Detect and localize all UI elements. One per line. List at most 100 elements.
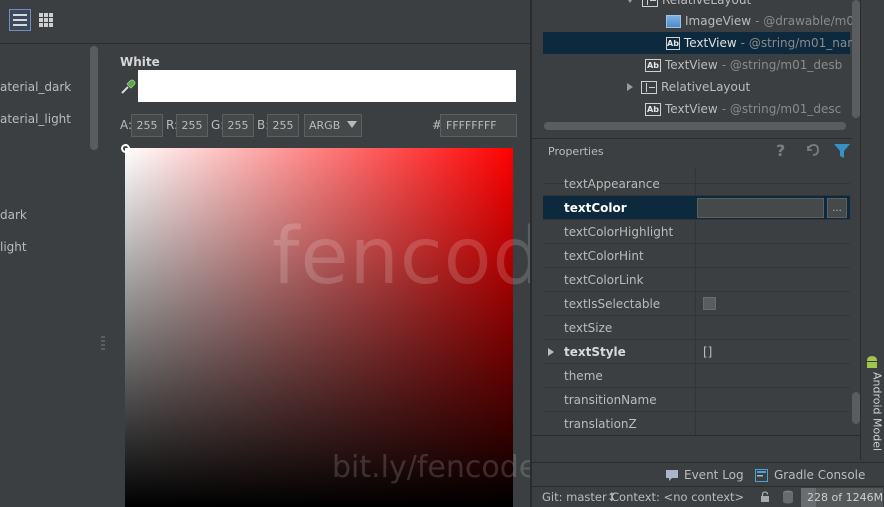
properties-title: Properties bbox=[548, 145, 604, 158]
property-row[interactable]: transitionName bbox=[543, 388, 850, 412]
column-separator bbox=[695, 340, 696, 364]
list-view-icon bbox=[13, 14, 27, 26]
property-value[interactable]: [] bbox=[703, 345, 712, 359]
column-separator bbox=[695, 220, 696, 244]
context-widget[interactable]: Context: <no context> bbox=[611, 490, 744, 504]
resource-item[interactable]: light bbox=[0, 240, 90, 254]
text-view-icon: Ab bbox=[645, 58, 661, 72]
alpha-field[interactable]: 255 bbox=[131, 114, 163, 137]
column-separator bbox=[695, 244, 696, 268]
database-icon[interactable] bbox=[782, 490, 794, 504]
lock-icon[interactable] bbox=[760, 491, 770, 503]
color-preview-swatch bbox=[138, 70, 516, 102]
splitter-grip-icon[interactable] bbox=[101, 335, 105, 351]
relative-layout-icon bbox=[641, 80, 657, 94]
design-side-panel: RelativeLayout ImageView - @drawable/m01… bbox=[532, 0, 884, 507]
tree-node-type: TextView bbox=[665, 58, 718, 72]
property-row[interactable]: textColorHint bbox=[543, 244, 850, 268]
property-row[interactable]: textSize bbox=[543, 316, 850, 340]
tree-horizontal-scrollbar[interactable] bbox=[544, 122, 846, 130]
memory-indicator[interactable]: 228 of 1246M bbox=[801, 488, 883, 507]
green-field[interactable]: 255 bbox=[222, 114, 254, 137]
event-log-label: Event Log bbox=[684, 468, 744, 482]
color-name-label: White bbox=[120, 55, 160, 69]
image-view-icon bbox=[666, 14, 681, 28]
column-separator bbox=[695, 388, 696, 412]
resource-view-toolbar bbox=[0, 0, 530, 44]
tree-node[interactable]: ImageView - @drawable/m01 bbox=[666, 10, 852, 32]
red-field[interactable]: 255 bbox=[176, 114, 208, 137]
component-tree: RelativeLayout ImageView - @drawable/m01… bbox=[532, 0, 852, 136]
list-view-button[interactable] bbox=[9, 9, 31, 31]
property-row[interactable]: theme bbox=[543, 364, 850, 388]
expand-down-icon[interactable] bbox=[626, 0, 634, 3]
hex-color-field[interactable]: FFFFFFFF bbox=[440, 114, 517, 137]
git-branch-widget[interactable]: Git: master↕ bbox=[542, 490, 616, 504]
property-row-selected[interactable]: textColor ... bbox=[543, 196, 850, 220]
tree-node-ref: - @drawable/m01 bbox=[755, 14, 852, 28]
relative-layout-icon bbox=[642, 0, 658, 7]
property-name: textStyle bbox=[564, 345, 626, 359]
property-name: theme bbox=[564, 369, 603, 383]
text-view-icon: Ab bbox=[645, 102, 661, 116]
resource-item[interactable]: aterial_dark bbox=[0, 80, 90, 94]
tree-vertical-scrollbar[interactable] bbox=[852, 0, 860, 118]
column-separator bbox=[695, 412, 696, 436]
color-format-value: ARGB bbox=[309, 119, 341, 132]
column-separator bbox=[695, 268, 696, 292]
event-log-button[interactable]: Event Log bbox=[666, 467, 744, 483]
text-color-value-field[interactable] bbox=[697, 198, 824, 218]
tree-node[interactable]: Ab TextView - @string/m01_desb bbox=[645, 54, 842, 76]
gradle-console-label: Gradle Console bbox=[774, 468, 866, 482]
chevron-down-icon bbox=[347, 121, 357, 128]
resource-item[interactable]: aterial_light bbox=[0, 112, 90, 126]
eyedropper-icon[interactable] bbox=[120, 77, 136, 95]
memory-label: 228 of 1246M bbox=[807, 491, 884, 504]
browse-button[interactable]: ... bbox=[827, 198, 847, 218]
tree-node-ref: - @string/m01_desb bbox=[721, 58, 843, 72]
color-format-dropdown[interactable]: ARGB bbox=[304, 114, 362, 137]
grid-view-icon bbox=[39, 13, 53, 27]
properties-table: textAppearance textColor ... textColorHi… bbox=[543, 168, 850, 436]
expand-right-icon[interactable] bbox=[548, 348, 554, 356]
column-separator bbox=[695, 316, 696, 340]
grid-view-button[interactable] bbox=[35, 9, 57, 31]
properties-scrollbar[interactable] bbox=[852, 392, 860, 424]
tree-node[interactable]: Ab TextView - @string/m01_desc bbox=[645, 98, 841, 120]
resource-item[interactable]: dark bbox=[0, 208, 90, 222]
tree-node-type: TextView bbox=[683, 36, 737, 50]
color-picker-handle[interactable] bbox=[121, 144, 130, 153]
tree-node-type: RelativeLayout bbox=[661, 80, 751, 94]
tree-node-ref: - @string/m01_desc bbox=[721, 102, 842, 116]
property-row[interactable]: textColorHighlight bbox=[543, 220, 850, 244]
expand-right-icon[interactable] bbox=[627, 83, 633, 91]
console-icon bbox=[755, 468, 768, 482]
property-row[interactable]: textColorLink bbox=[543, 268, 850, 292]
property-name: translationZ bbox=[564, 417, 637, 431]
text-view-icon: Ab bbox=[666, 36, 680, 50]
resource-list-scrollbar[interactable] bbox=[90, 46, 98, 150]
text-selectable-checkbox[interactable] bbox=[703, 297, 716, 310]
property-row[interactable]: textAppearance bbox=[543, 172, 850, 196]
tree-node-selected[interactable]: Ab TextView - @string/m01_name bbox=[543, 32, 852, 54]
restore-default-icon[interactable] bbox=[804, 142, 820, 158]
event-log-icon bbox=[666, 470, 678, 481]
android-model-label: Android Model bbox=[870, 371, 884, 452]
android-model-tab[interactable]: Android Model bbox=[863, 355, 884, 455]
blue-field[interactable]: 255 bbox=[267, 114, 299, 137]
property-row[interactable]: textStyle [] bbox=[543, 340, 850, 364]
property-row[interactable]: translationZ bbox=[543, 412, 850, 436]
property-name: textColorHint bbox=[564, 249, 644, 263]
property-row[interactable]: textIsSelectable bbox=[543, 292, 850, 316]
filter-icon[interactable] bbox=[834, 144, 850, 158]
tree-node[interactable]: RelativeLayout bbox=[627, 76, 754, 98]
column-separator bbox=[695, 364, 696, 388]
help-icon[interactable]: ? bbox=[776, 141, 785, 160]
property-name: textSize bbox=[564, 321, 613, 335]
status-bar: Git: master↕ Context: <no context> 228 o… bbox=[532, 486, 884, 507]
divider bbox=[532, 435, 884, 436]
property-name: transitionName bbox=[564, 393, 657, 407]
tree-node-ref: - @string/m01_name bbox=[740, 36, 852, 50]
gradle-console-button[interactable]: Gradle Console bbox=[755, 467, 865, 483]
tree-node-type: RelativeLayout bbox=[662, 0, 752, 7]
